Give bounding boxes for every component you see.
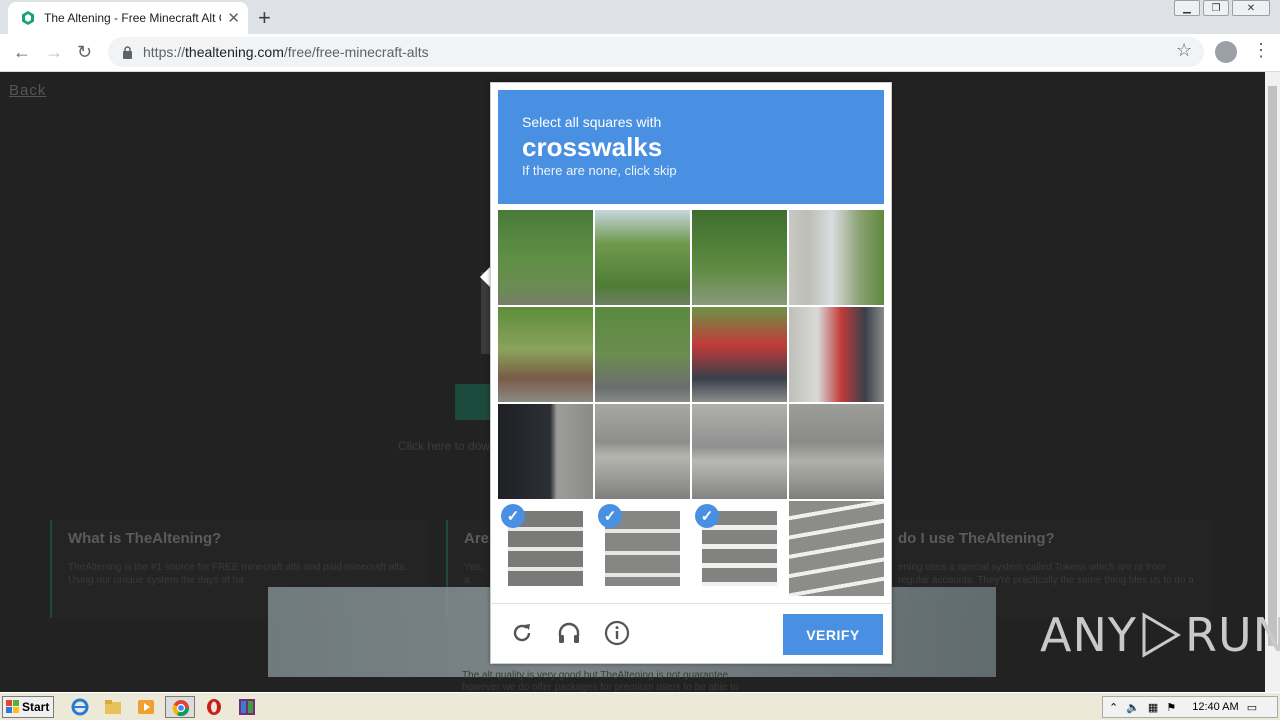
start-label: Start [22,700,50,714]
captcha-header: Select all squares with crosswalks If th… [498,90,884,204]
captcha-footer: VERIFY [491,603,891,663]
headphones-icon[interactable] [556,620,582,646]
restore-button[interactable]: ❐ [1203,0,1229,16]
taskbar-clock[interactable]: 12:40 AM [1192,701,1238,713]
url-text: https://thealtening.com/free/free-minecr… [143,44,429,60]
captcha-target-word: crosswalks [522,132,663,162]
tile-selected-check-icon: ✓ [501,504,525,528]
feature-title: What is TheAltening? [68,530,222,547]
info-icon[interactable] [604,620,630,646]
watermark-text-right: RUN [1184,608,1280,662]
verify-button[interactable]: VERIFY [783,614,883,655]
captcha-tile-5[interactable] [498,307,593,402]
bottom-line: The alt quality is very good but TheAlte… [462,670,729,681]
new-tab-icon[interactable]: + [258,5,271,31]
forward-arrow-icon[interactable]: → [45,42,63,63]
media-player-icon[interactable] [136,698,156,716]
watermark-text-left: ANY [1040,608,1137,662]
captcha-tile-4[interactable] [789,210,884,305]
tile-selected-check-icon: ✓ [598,504,622,528]
captcha-instruction: Select all squares with [522,114,662,130]
page-scrollbar[interactable] [1265,72,1280,692]
feature-title: Are [464,530,490,547]
captcha-tile-15[interactable]: ✓ [692,501,787,596]
captcha-dialog: Select all squares with crosswalks If th… [490,82,892,664]
captcha-tile-8[interactable] [789,307,884,402]
windows-taskbar: Start ⌃ 🔈 ▦ ⚑ 12:40 AM ▭ [0,692,1280,720]
bottom-paragraph: The alt quality is very good but TheAlte… [462,670,739,692]
captcha-tile-13[interactable]: ✓ [498,501,593,596]
feature-text: TheAltening is the #1 source for FREE mi… [68,562,408,586]
volume-icon[interactable]: 🔈 [1126,701,1140,714]
captcha-tile-6[interactable] [595,307,690,402]
captcha-tile-11[interactable] [692,404,787,499]
reload-icon[interactable]: ↻ [77,42,92,63]
captcha-tile-2[interactable] [595,210,690,305]
back-link[interactable]: Back [9,82,46,99]
captcha-tile-3[interactable] [692,210,787,305]
file-explorer-icon[interactable] [103,698,123,716]
bookmark-star-icon[interactable]: ☆ [1176,40,1192,61]
minimize-button[interactable]: ▁ [1174,0,1200,16]
captcha-image-grid: ✓ ✓ ✓ [498,210,884,596]
internet-explorer-icon[interactable] [70,698,90,716]
refresh-icon[interactable] [509,620,535,646]
tile-selected-check-icon: ✓ [695,504,719,528]
network-icon[interactable]: ▦ [1148,701,1158,714]
profile-avatar[interactable] [1215,41,1237,63]
anyrun-watermark: ANY RUN [1040,608,1280,662]
url-scheme: https:// [143,44,186,60]
show-desktop-icon[interactable]: ▭ [1247,701,1257,714]
captcha-skip-hint: If there are none, click skip [522,163,677,178]
opera-icon[interactable] [204,698,224,716]
action-center-flag-icon[interactable]: ⚑ [1166,701,1176,714]
start-button[interactable]: Start [2,696,54,718]
address-bar[interactable]: https://thealtening.com/free/free-minecr… [108,37,1204,67]
chrome-taskbar-button[interactable] [165,696,195,718]
browser-menu-icon[interactable]: ⋮ [1252,40,1270,61]
system-tray: ⌃ 🔈 ▦ ⚑ 12:40 AM ▭ [1102,696,1278,718]
back-arrow-icon[interactable]: ← [13,42,31,63]
url-domain: thealtening.com [185,44,284,60]
window-close-button[interactable]: ✕ [1232,0,1270,16]
winrar-icon[interactable] [237,698,257,716]
captcha-tile-10[interactable] [595,404,690,499]
window-controls: ▁ ❐ ✕ [1174,0,1270,16]
browser-toolbar: ← → ↻ https://thealtening.com/free/free-… [0,34,1280,72]
captcha-tile-1[interactable] [498,210,593,305]
scrollbar-thumb[interactable] [1268,86,1277,646]
feature-title: do I use TheAltening? [898,530,1055,547]
browser-tab[interactable]: The Altening - Free Minecraft Alt Gen ✕ [8,2,248,34]
play-triangle-icon [1142,612,1181,658]
site-favicon-icon [22,11,34,25]
tab-close-icon[interactable]: ✕ [227,9,240,27]
lock-icon [123,45,132,59]
captcha-tile-7[interactable] [692,307,787,402]
url-path: /free/free-minecraft-alts [283,44,429,60]
generate-button[interactable] [455,384,495,420]
windows-logo-icon [6,700,19,713]
tab-strip: The Altening - Free Minecraft Alt Gen ✕ … [0,0,1280,34]
tab-title: The Altening - Free Minecraft Alt Gen [44,11,221,25]
bottom-line: however we do offer packages for premium… [462,682,739,692]
captcha-tile-14[interactable]: ✓ [595,501,690,596]
tray-expand-icon[interactable]: ⌃ [1109,701,1118,714]
download-text: Click here to dow [398,439,491,453]
captcha-tile-16[interactable] [789,501,884,596]
captcha-tile-9[interactable] [498,404,593,499]
captcha-tile-12[interactable] [789,404,884,499]
chrome-icon [172,700,190,717]
